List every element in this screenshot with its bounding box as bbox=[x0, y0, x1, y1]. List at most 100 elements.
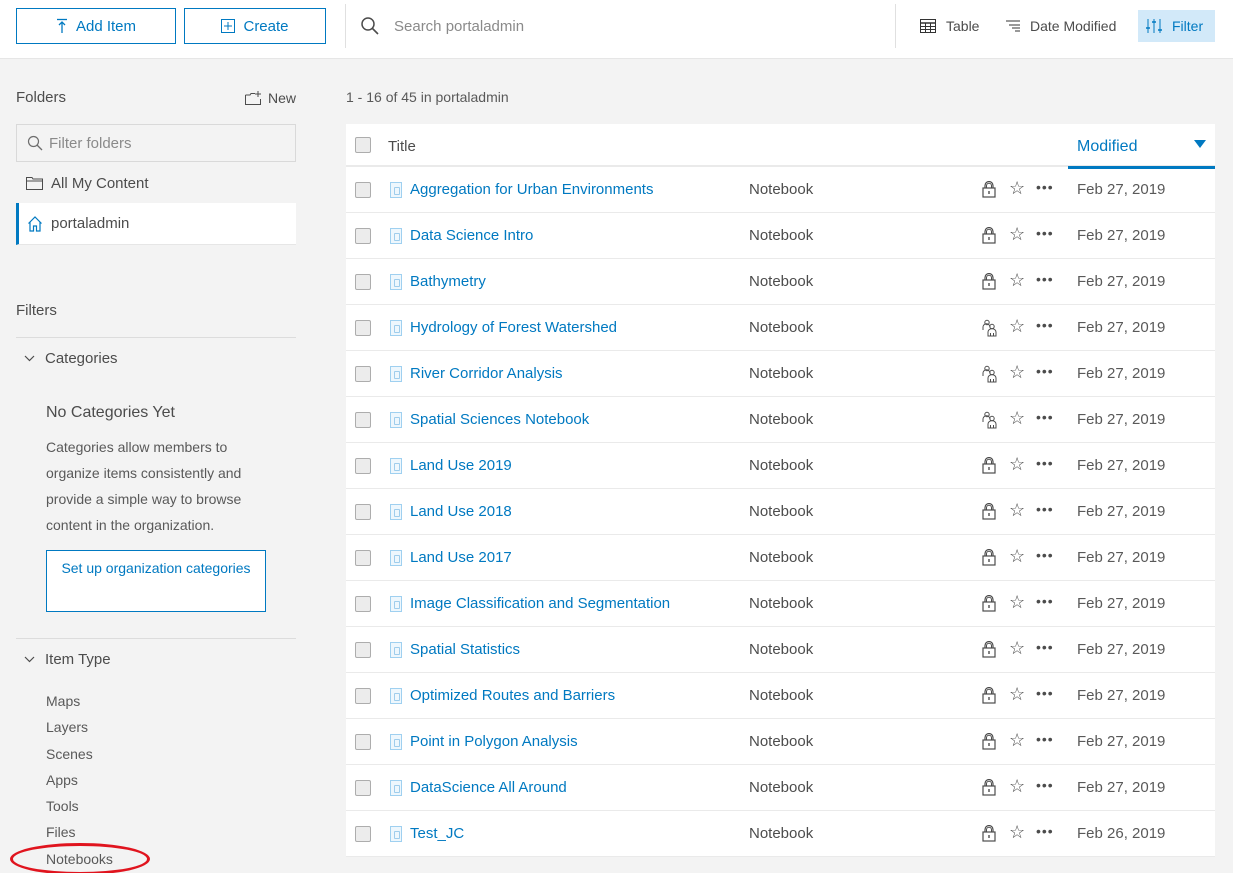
item-title-link[interactable]: Land Use 2018 bbox=[410, 503, 512, 520]
more-options-icon[interactable]: ••• bbox=[1036, 455, 1054, 471]
favorite-star-icon[interactable]: ☆ bbox=[1009, 225, 1025, 243]
new-folder-button[interactable]: New bbox=[244, 89, 296, 106]
item-title-link[interactable]: Image Classification and Segmentation bbox=[410, 595, 670, 612]
lock-icon bbox=[982, 272, 998, 291]
favorite-star-icon[interactable]: ☆ bbox=[1009, 777, 1025, 795]
lock-icon bbox=[982, 778, 998, 797]
row-checkbox[interactable] bbox=[355, 642, 371, 658]
item-type-maps[interactable]: Maps bbox=[46, 688, 113, 714]
folder-item-portaladmin[interactable]: portaladmin bbox=[16, 203, 296, 245]
favorite-star-icon[interactable]: ☆ bbox=[1009, 455, 1025, 473]
favorite-star-icon[interactable]: ☆ bbox=[1009, 547, 1025, 565]
folders-header: Folders New bbox=[16, 89, 296, 106]
more-options-icon[interactable]: ••• bbox=[1036, 271, 1054, 287]
filter-folders-input[interactable] bbox=[49, 134, 279, 152]
lock-icon bbox=[982, 456, 998, 475]
more-options-icon[interactable]: ••• bbox=[1036, 777, 1054, 793]
favorite-star-icon[interactable]: ☆ bbox=[1009, 317, 1025, 335]
item-type: Notebook bbox=[749, 181, 814, 198]
favorite-star-icon[interactable]: ☆ bbox=[1009, 363, 1025, 381]
search-icon bbox=[361, 17, 379, 35]
row-checkbox[interactable] bbox=[355, 228, 371, 244]
more-options-icon[interactable]: ••• bbox=[1036, 409, 1054, 425]
categories-section-toggle[interactable]: Categories bbox=[24, 350, 118, 367]
favorite-star-icon[interactable]: ☆ bbox=[1009, 685, 1025, 703]
table-row: Spatial Sciences Notebook Notebook ☆ •••… bbox=[346, 397, 1215, 443]
column-header-modified[interactable]: Modified bbox=[1068, 124, 1215, 169]
item-type-tools[interactable]: Tools bbox=[46, 793, 113, 819]
item-type-layers[interactable]: Layers bbox=[46, 714, 113, 740]
item-title-link[interactable]: Data Science Intro bbox=[410, 227, 533, 244]
row-checkbox[interactable] bbox=[355, 458, 371, 474]
item-title-link[interactable]: Spatial Statistics bbox=[410, 641, 520, 658]
row-checkbox[interactable] bbox=[355, 688, 371, 704]
row-checkbox[interactable] bbox=[355, 182, 371, 198]
column-header-title[interactable]: Title bbox=[388, 138, 416, 155]
item-modified-date: Feb 27, 2019 bbox=[1077, 273, 1166, 290]
row-checkbox[interactable] bbox=[355, 320, 371, 336]
item-title-link[interactable]: Land Use 2017 bbox=[410, 549, 512, 566]
favorite-star-icon[interactable]: ☆ bbox=[1009, 501, 1025, 519]
more-options-icon[interactable]: ••• bbox=[1036, 685, 1054, 701]
table-view-button[interactable]: Table bbox=[912, 10, 987, 42]
setup-categories-button[interactable]: Set up organization categories bbox=[46, 550, 266, 612]
item-title-link[interactable]: Optimized Routes and Barriers bbox=[410, 687, 615, 704]
results-count: 1 - 16 of 45 in portaladmin bbox=[346, 89, 509, 105]
modified-label: Modified bbox=[1077, 138, 1138, 155]
favorite-star-icon[interactable]: ☆ bbox=[1009, 271, 1025, 289]
item-type-apps[interactable]: Apps bbox=[46, 767, 113, 793]
notebook-icon bbox=[390, 688, 402, 704]
item-type: Notebook bbox=[749, 273, 814, 290]
more-options-icon[interactable]: ••• bbox=[1036, 179, 1054, 195]
item-title-link[interactable]: River Corridor Analysis bbox=[410, 365, 563, 382]
table-row: Bathymetry Notebook ☆ ••• Feb 27, 2019 bbox=[346, 259, 1215, 305]
row-checkbox[interactable] bbox=[355, 826, 371, 842]
item-title-link[interactable]: Test_JC bbox=[410, 825, 464, 842]
item-title-link[interactable]: Aggregation for Urban Environments bbox=[410, 181, 653, 198]
item-title-link[interactable]: Land Use 2019 bbox=[410, 457, 512, 474]
favorite-star-icon[interactable]: ☆ bbox=[1009, 639, 1025, 657]
row-checkbox[interactable] bbox=[355, 366, 371, 382]
select-all-checkbox[interactable] bbox=[355, 137, 371, 153]
item-type-scenes[interactable]: Scenes bbox=[46, 741, 113, 767]
favorite-star-icon[interactable]: ☆ bbox=[1009, 593, 1025, 611]
chevron-down-icon bbox=[24, 656, 35, 663]
more-options-icon[interactable]: ••• bbox=[1036, 501, 1054, 517]
item-modified-date: Feb 26, 2019 bbox=[1077, 825, 1166, 842]
item-type-section-toggle[interactable]: Item Type bbox=[24, 651, 111, 668]
create-button[interactable]: Create bbox=[184, 8, 326, 44]
row-checkbox[interactable] bbox=[355, 734, 371, 750]
more-options-icon[interactable]: ••• bbox=[1036, 225, 1054, 241]
favorite-star-icon[interactable]: ☆ bbox=[1009, 731, 1025, 749]
favorite-star-icon[interactable]: ☆ bbox=[1009, 823, 1025, 841]
item-type-notebooks[interactable]: Notebooks bbox=[46, 846, 113, 872]
favorite-star-icon[interactable]: ☆ bbox=[1009, 179, 1025, 197]
add-item-button[interactable]: Add Item bbox=[16, 8, 176, 44]
more-options-icon[interactable]: ••• bbox=[1036, 823, 1054, 839]
row-checkbox[interactable] bbox=[355, 274, 371, 290]
row-checkbox[interactable] bbox=[355, 412, 371, 428]
more-options-icon[interactable]: ••• bbox=[1036, 547, 1054, 563]
filter-toggle-button[interactable]: Filter bbox=[1138, 10, 1215, 42]
table-row: Land Use 2018 Notebook ☆ ••• Feb 27, 201… bbox=[346, 489, 1215, 535]
folder-item-all-my-content[interactable]: All My Content bbox=[16, 162, 296, 204]
more-options-icon[interactable]: ••• bbox=[1036, 363, 1054, 379]
item-title-link[interactable]: Point in Polygon Analysis bbox=[410, 733, 578, 750]
item-title-link[interactable]: DataScience All Around bbox=[410, 779, 567, 796]
item-title-link[interactable]: Hydrology of Forest Watershed bbox=[410, 319, 617, 336]
search-input[interactable] bbox=[394, 17, 794, 35]
new-folder-label: New bbox=[267, 89, 296, 106]
favorite-star-icon[interactable]: ☆ bbox=[1009, 409, 1025, 427]
row-checkbox[interactable] bbox=[355, 596, 371, 612]
more-options-icon[interactable]: ••• bbox=[1036, 593, 1054, 609]
row-checkbox[interactable] bbox=[355, 504, 371, 520]
more-options-icon[interactable]: ••• bbox=[1036, 731, 1054, 747]
row-checkbox[interactable] bbox=[355, 550, 371, 566]
sort-button[interactable]: Date Modified bbox=[998, 10, 1124, 42]
item-title-link[interactable]: Bathymetry bbox=[410, 273, 486, 290]
more-options-icon[interactable]: ••• bbox=[1036, 317, 1054, 333]
row-checkbox[interactable] bbox=[355, 780, 371, 796]
item-title-link[interactable]: Spatial Sciences Notebook bbox=[410, 411, 589, 428]
item-type-files[interactable]: Files bbox=[46, 819, 113, 845]
more-options-icon[interactable]: ••• bbox=[1036, 639, 1054, 655]
